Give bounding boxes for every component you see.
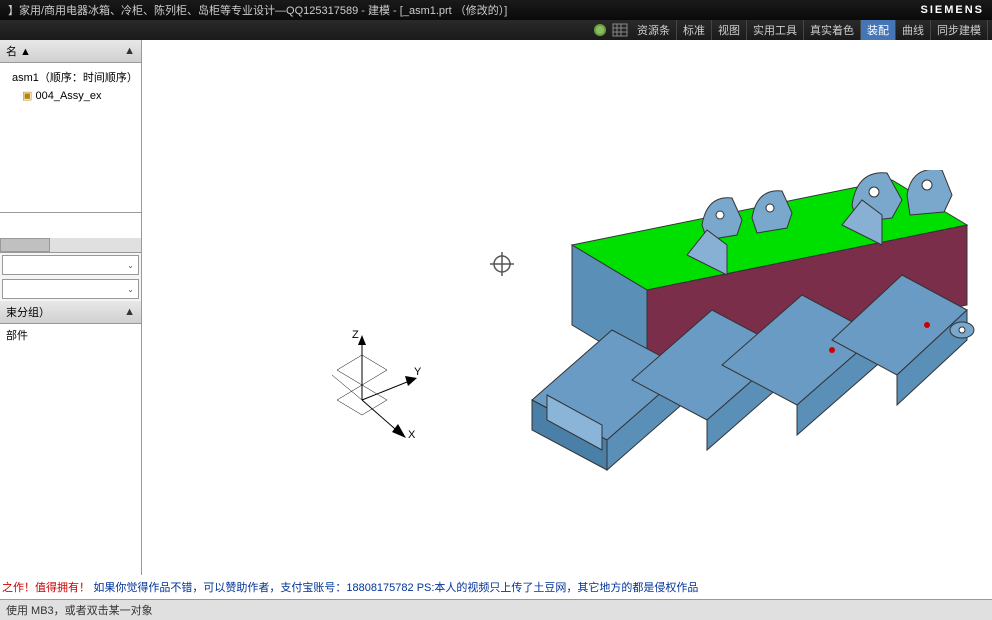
collapse-icon[interactable]: ▲ — [124, 45, 135, 57]
scroll-area — [0, 213, 141, 253]
panel2-header[interactable]: 束分组） ▲ — [0, 301, 141, 324]
tab-resource-bar[interactable]: 资源条 — [631, 20, 677, 40]
filter-dropdown-1[interactable]: ⌄ — [2, 255, 139, 275]
tab-curve[interactable]: 曲线 — [896, 20, 931, 40]
grid-icon[interactable] — [611, 22, 629, 38]
tab-realshade[interactable]: 真实着色 — [804, 20, 861, 40]
tree-root[interactable]: asm1（顺序：时间顺序） — [4, 67, 137, 87]
tab-view[interactable]: 视图 — [712, 20, 747, 40]
ribbon-toolbar: 资源条 标准 视图 实用工具 真实着色 装配 曲线 同步建模 — [0, 20, 992, 40]
tab-sync-modeling[interactable]: 同步建模 — [931, 20, 988, 40]
footer-message: 之作！值得拥有！ 如果你觉得作品不错，可以赞助作者，支付宝账号：18808175… — [0, 575, 992, 599]
assembly-tree: asm1（顺序：时间顺序） ▣ 004_Assy_ex — [0, 63, 141, 213]
status-bar: 使用 MB3，或者双击某一对象 — [0, 599, 992, 620]
svg-text:Y: Y — [414, 366, 422, 378]
brand-logo: SIEMENS — [920, 4, 984, 16]
svg-text:X: X — [408, 429, 416, 440]
part-icon: ▣ — [22, 90, 32, 102]
window-title: 】家用/商用电器冰箱、冷柜、陈列柜、岛柜等专业设计—QQ125317589 - … — [8, 2, 507, 18]
view-cursor-icon — [490, 252, 514, 276]
svg-text:Z: Z — [352, 329, 359, 341]
panel1-header[interactable]: 名 ▲ ▲ — [0, 40, 141, 63]
title-bar: 】家用/商用电器冰箱、冷柜、陈列柜、岛柜等专业设计—QQ125317589 - … — [0, 0, 992, 20]
coordinate-system: Z Y X — [322, 320, 442, 440]
tab-assembly[interactable]: 装配 — [861, 20, 896, 40]
chevron-down-icon: ⌄ — [127, 261, 134, 270]
3d-model[interactable] — [512, 170, 987, 500]
collapse-icon[interactable]: ▲ — [124, 306, 135, 318]
chevron-down-icon: ⌄ — [127, 285, 134, 294]
tree-child-1[interactable]: ▣ 004_Assy_ex — [4, 87, 137, 104]
main-area: 名 ▲ ▲ asm1（顺序：时间顺序） ▣ 004_Assy_ex ⌄ ⌄ 束分… — [0, 40, 992, 600]
footer-blue-text: 如果你觉得作品不错，可以赞助作者，支付宝账号：18808175782 PS:本人… — [93, 582, 698, 594]
footer-red-text: 之作！值得拥有！ — [2, 582, 90, 594]
panel1-title: 名 ▲ — [6, 43, 31, 59]
filter-dropdown-2[interactable]: ⌄ — [2, 279, 139, 299]
footer: 之作！值得拥有！ 如果你觉得作品不错，可以赞助作者，支付宝账号：18808175… — [0, 575, 992, 620]
panel2-body: 部件 — [0, 324, 141, 600]
nx-logo-icon[interactable] — [591, 22, 609, 38]
scroll-thumb[interactable] — [0, 238, 50, 252]
panel2-item-parts[interactable]: 部件 — [0, 324, 141, 346]
navigator-sidebar: 名 ▲ ▲ asm1（顺序：时间顺序） ▣ 004_Assy_ex ⌄ ⌄ 束分… — [0, 40, 142, 600]
panel2-title: 束分组） — [6, 304, 50, 320]
h-scrollbar[interactable] — [0, 238, 141, 252]
tab-utilities[interactable]: 实用工具 — [747, 20, 804, 40]
3d-viewport[interactable]: Z Y X — [142, 40, 992, 600]
tab-standard[interactable]: 标准 — [677, 20, 712, 40]
